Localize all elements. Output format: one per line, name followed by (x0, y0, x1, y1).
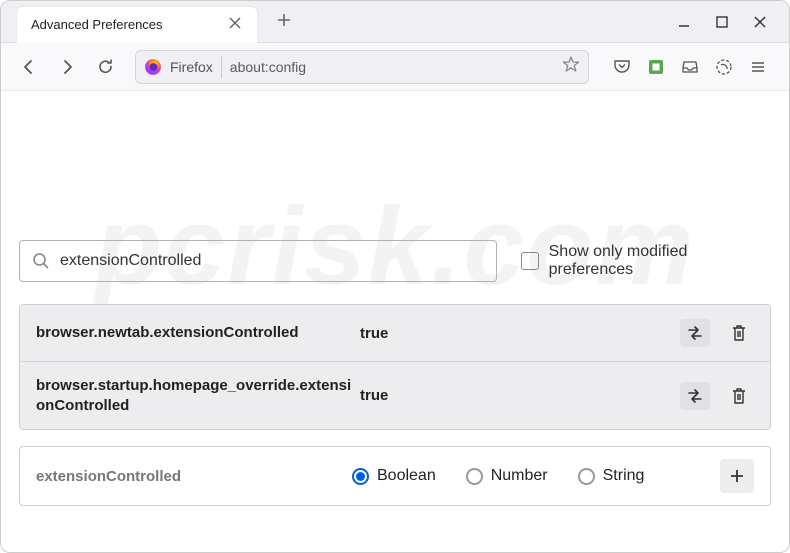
add-pref-row: extensionControlled Boolean Number Strin… (19, 446, 771, 506)
bookmark-star-icon[interactable] (562, 55, 580, 78)
toolbar-right-icons (603, 56, 777, 78)
radio-icon (578, 468, 595, 485)
new-tab-button[interactable] (269, 7, 299, 36)
add-button[interactable] (720, 459, 754, 493)
firefox-logo-icon (144, 58, 162, 76)
add-pref-name: extensionControlled (36, 468, 352, 485)
close-tab-icon[interactable] (227, 14, 243, 36)
maximize-button[interactable] (713, 13, 731, 31)
address-bar[interactable]: Firefox about:config (135, 50, 589, 84)
pocket-icon[interactable] (611, 56, 633, 78)
toggle-button[interactable] (680, 319, 710, 347)
minimize-button[interactable] (675, 13, 693, 31)
pref-value: true (360, 325, 680, 342)
titlebar: Advanced Preferences (1, 1, 789, 43)
browser-label: Firefox (170, 59, 213, 75)
browser-tab[interactable]: Advanced Preferences (17, 7, 257, 43)
pref-name: browser.newtab.extensionControlled (36, 323, 360, 343)
pref-row: browser.newtab.extensionControlled true (20, 305, 770, 362)
page-content: pcrisk.com Show only modified preference… (1, 91, 789, 528)
inbox-icon[interactable] (679, 56, 701, 78)
checkbox[interactable] (521, 252, 539, 270)
radio-boolean[interactable]: Boolean (352, 467, 436, 485)
hamburger-menu-icon[interactable] (747, 56, 769, 78)
divider (221, 56, 222, 78)
browser-toolbar: Firefox about:config (1, 43, 789, 91)
radio-icon (352, 468, 369, 485)
window-controls (675, 13, 789, 31)
radio-number[interactable]: Number (466, 467, 548, 485)
show-only-label: Show only modified preferences (549, 243, 771, 279)
radio-label: String (603, 467, 645, 485)
reload-button[interactable] (89, 51, 121, 83)
delete-button[interactable] (724, 319, 754, 347)
pref-search-box[interactable] (19, 240, 497, 282)
back-button[interactable] (13, 51, 45, 83)
pref-value: true (360, 387, 680, 404)
search-icon (32, 252, 50, 270)
radio-label: Number (491, 467, 548, 485)
pref-row: browser.startup.homepage_override.extens… (20, 362, 770, 429)
pref-name: browser.startup.homepage_override.extens… (36, 376, 360, 415)
radio-label: Boolean (377, 467, 436, 485)
type-radio-group: Boolean Number String (352, 467, 720, 485)
toggle-button[interactable] (680, 382, 710, 410)
extension-icon[interactable] (645, 56, 667, 78)
forward-button[interactable] (51, 51, 83, 83)
prefs-list: browser.newtab.extensionControlled true … (19, 304, 771, 430)
watermark: pcrisk.com (19, 113, 771, 240)
radio-icon (466, 468, 483, 485)
show-only-modified[interactable]: Show only modified preferences (521, 243, 771, 279)
tab-title: Advanced Preferences (31, 17, 163, 32)
pref-search-input[interactable] (60, 252, 484, 270)
close-window-button[interactable] (751, 13, 769, 31)
delete-button[interactable] (724, 382, 754, 410)
url-text: about:config (230, 59, 554, 75)
shield-icon[interactable] (713, 56, 735, 78)
radio-string[interactable]: String (578, 467, 645, 485)
